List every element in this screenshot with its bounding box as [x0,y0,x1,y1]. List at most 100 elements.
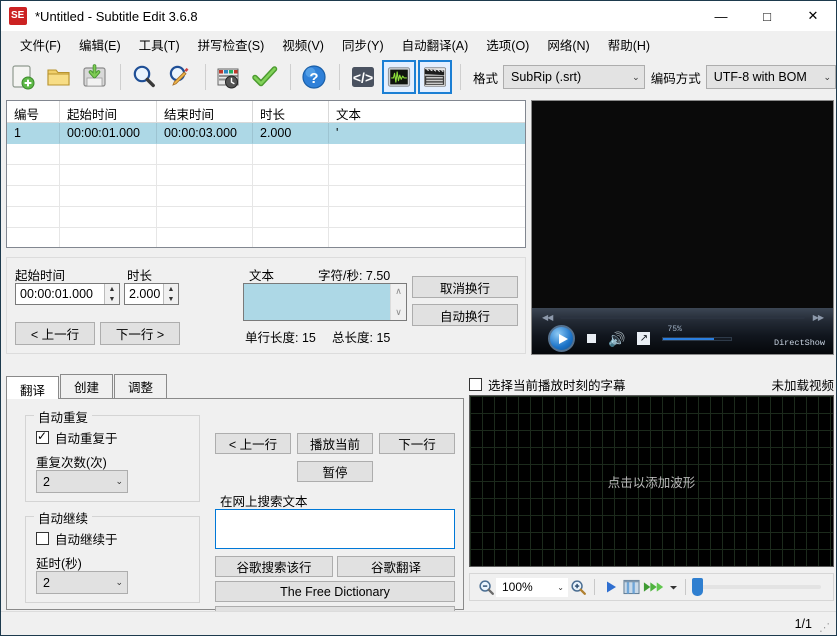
table-row[interactable] [7,165,525,186]
tab-create[interactable]: 创建 [60,374,114,399]
duration-input[interactable]: 2.000 ▲ ▼ [124,283,179,305]
menu-spellcheck[interactable]: 拼写检查(S) [189,31,274,58]
open-file-icon[interactable] [42,60,76,94]
auto-break-button[interactable]: 自动换行 [412,304,518,326]
spinner-up-icon[interactable]: ▲ [168,286,175,293]
start-time-stepper[interactable]: ▲ ▼ [104,284,119,304]
google-search-line-button[interactable]: 谷歌搜索该行 [215,556,333,577]
cell-empty [329,207,525,228]
duration-stepper[interactable]: ▲ ▼ [163,284,178,304]
unbreak-button[interactable]: 取消换行 [412,276,518,298]
fullscreen-icon[interactable]: ↗ [637,332,651,345]
column-header-start-time[interactable]: 起始时间 [60,101,157,122]
start-time-input[interactable]: 00:00:01.000 ▲ ▼ [15,283,120,305]
menu-tools[interactable]: 工具(T) [130,31,189,58]
delay-dropdown[interactable]: 2 ⌄ [36,571,128,594]
column-header-duration[interactable]: 时长 [253,101,329,122]
repeat-count-dropdown[interactable]: 2 ⌄ [36,470,128,493]
help-icon[interactable]: ? [297,60,331,94]
sync-timing-icon[interactable] [212,60,246,94]
fast-forward-icon[interactable]: ▶▶ [813,313,824,322]
find-icon[interactable] [127,60,161,94]
spellcheck-ok-icon[interactable] [248,60,282,94]
menu-video[interactable]: 视频(V) [273,31,333,58]
source-view-icon[interactable]: </> [346,60,380,94]
zoom-out-icon[interactable] [476,577,496,597]
cell-empty [60,186,157,207]
toolbar-separator [594,579,595,595]
scroll-up-icon[interactable]: ∧ [395,286,402,297]
auto-repeat-checkbox[interactable]: 自动重复于 [36,428,118,447]
format-combobox[interactable]: SubRip (.srt) ⌄ [503,65,645,89]
scroll-down-icon[interactable]: ∨ [395,307,402,318]
waveform-display[interactable]: 点击以添加波形 [469,395,834,567]
table-row[interactable] [7,228,525,247]
chevron-down-icon[interactable] [667,577,679,597]
table-row[interactable]: 1 00:00:01.000 00:00:03.000 2.000 ' [7,123,525,144]
menu-file[interactable]: 文件(F) [11,31,70,58]
seek-slider[interactable] [560,315,805,319]
auto-continue-group-title: 自动继续 [34,508,93,527]
spinner-down-icon[interactable]: ▼ [168,296,175,303]
column-header-number[interactable]: 编号 [7,101,60,122]
resize-grip-icon[interactable] [818,618,830,634]
free-dictionary-button[interactable]: The Free Dictionary [215,581,455,602]
waveform-play-icon[interactable] [601,577,621,597]
column-header-text[interactable]: 文本 [329,101,525,122]
menu-options[interactable]: 选项(O) [477,31,538,58]
video-display-surface[interactable] [532,101,833,310]
google-translate-button[interactable]: 谷歌翻译 [337,556,455,577]
menu-edit[interactable]: 编辑(E) [70,31,130,58]
waveform-position-slider[interactable] [692,578,821,596]
fast-forward-green-icon[interactable] [641,577,667,597]
zoom-level-value: 100% [502,580,533,594]
column-header-end-time[interactable]: 结束时间 [157,101,253,122]
save-file-icon[interactable] [78,60,112,94]
maximize-button[interactable]: □ [744,1,790,31]
video-frames-icon[interactable] [621,577,641,597]
play-current-button[interactable]: 播放当前 [297,433,373,454]
subtitle-grid[interactable]: 编号 起始时间 结束时间 时长 文本 1 00:00:01.000 00:00:… [6,100,526,248]
toggle-video-icon[interactable] [418,60,452,94]
zoom-level-combobox[interactable]: 100% ⌄ [496,577,568,597]
menu-help[interactable]: 帮助(H) [599,31,659,58]
encoding-combobox[interactable]: UTF-8 with BOM ⌄ [705,65,836,89]
pause-button[interactable]: 暂停 [297,461,373,482]
new-file-icon[interactable] [6,60,40,94]
table-row[interactable] [7,186,525,207]
subtitle-text-input[interactable]: ∧ ∨ [243,283,407,321]
zoom-in-icon[interactable] [568,577,588,597]
replace-icon[interactable] [163,60,197,94]
next-line-button[interactable]: 下一行 > [100,322,180,345]
rewind-icon[interactable]: ◀◀ [542,313,553,322]
tab-adjust[interactable]: 调整 [114,374,168,399]
close-button[interactable]: ✕ [790,1,836,31]
menu-network[interactable]: 网络(N) [538,31,598,58]
table-row[interactable] [7,144,525,165]
translate-prev-line-button[interactable]: < 上一行 [215,433,291,454]
cell-empty [60,165,157,186]
stop-button[interactable] [587,334,596,343]
table-row[interactable] [7,207,525,228]
toggle-waveform-icon[interactable] [382,60,416,94]
search-input[interactable] [215,509,455,549]
subtitle-edit-icon [9,7,27,25]
menu-auto-translate[interactable]: 自动翻译(A) [393,31,478,58]
volume-slider[interactable] [662,336,733,341]
video-load-status: 未加载视频 [771,378,834,393]
menu-sync[interactable]: 同步(Y) [333,31,393,58]
spinner-down-icon[interactable]: ▼ [109,296,116,303]
auto-continue-checkbox[interactable]: 自动继续于 [36,529,118,548]
tab-translate[interactable]: 翻译 [6,376,60,399]
play-button[interactable] [548,325,575,352]
prev-line-button[interactable]: < 上一行 [15,322,95,345]
translate-next-line-button[interactable]: 下一行 [379,433,455,454]
spinner-up-icon[interactable]: ▲ [109,286,116,293]
video-player[interactable]: ◀◀ ▶▶ 🔊 ↗ 75% DirectShow [531,100,834,355]
waveform-slider-thumb[interactable] [692,578,703,596]
select-current-subtitle-checkbox[interactable]: 选择当前播放时刻的字幕 [469,375,626,394]
minimize-button[interactable]: — [698,1,744,31]
volume-icon[interactable]: 🔊 [608,332,625,346]
subtitle-text-value [244,284,390,320]
text-scrollbar[interactable]: ∧ ∨ [390,284,406,320]
